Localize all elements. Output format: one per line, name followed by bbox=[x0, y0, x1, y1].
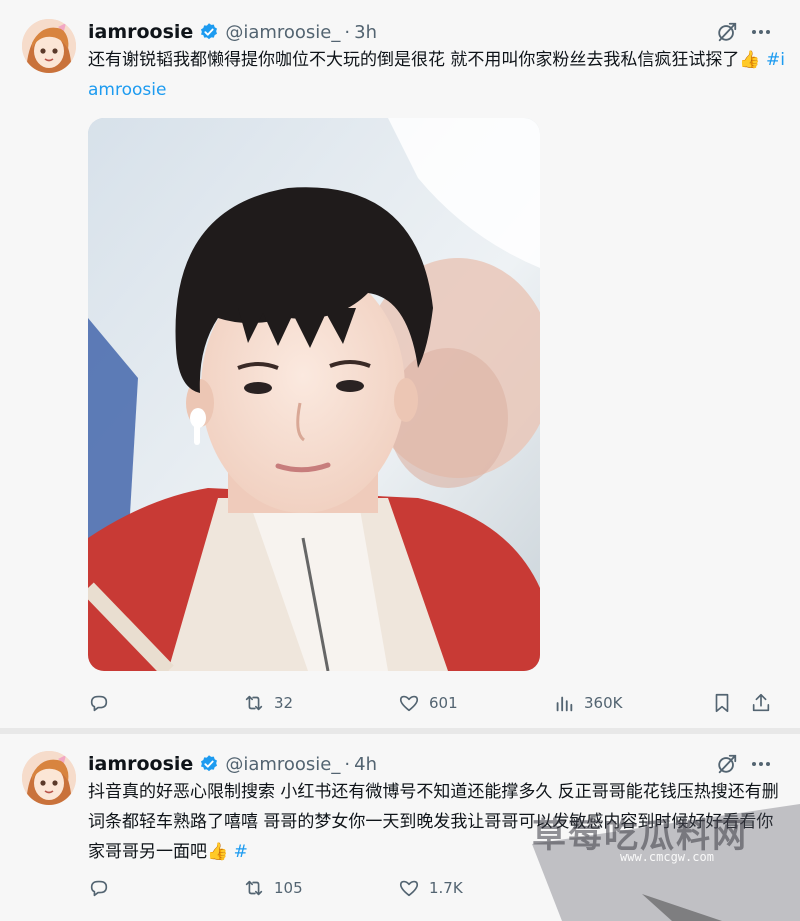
hashtag-link[interactable]: # bbox=[234, 842, 248, 862]
avatar[interactable] bbox=[22, 19, 76, 73]
retweet-button[interactable]: 32 bbox=[243, 692, 293, 714]
tweet-body: 还有谢锐韬我都懒得提你咖位不大玩的倒是很花 就不用叫你家粉丝去我私信疯狂试探了 bbox=[88, 50, 740, 70]
like-count: 601 bbox=[429, 694, 458, 712]
grok-icon[interactable] bbox=[716, 21, 738, 43]
verified-badge-icon bbox=[201, 23, 218, 40]
retweet-button[interactable]: 105 bbox=[243, 877, 303, 899]
separator-dot: · bbox=[344, 753, 351, 775]
avatar-image bbox=[22, 751, 76, 805]
display-name[interactable]: iamroosie bbox=[88, 21, 193, 43]
views-icon bbox=[556, 696, 573, 712]
selfie-photo bbox=[88, 118, 540, 671]
retweet-icon bbox=[245, 880, 263, 896]
timestamp[interactable]: 3h bbox=[354, 22, 377, 43]
reply-icon bbox=[90, 695, 108, 712]
tweet-card[interactable]: iamroosie @iamroosie_ · 3h 还有谢锐韬我都懒得提你咖位… bbox=[0, 0, 800, 728]
views-button[interactable]: 360K bbox=[553, 692, 622, 714]
watermark-url: www.cmcgw.com bbox=[620, 850, 714, 864]
avatar-image bbox=[22, 19, 76, 73]
tweet-header: iamroosie @iamroosie_ · 4h bbox=[88, 751, 377, 777]
timestamp[interactable]: 4h bbox=[354, 754, 377, 775]
reply-button[interactable] bbox=[88, 692, 119, 714]
avatar[interactable] bbox=[22, 751, 76, 805]
views-count: 360K bbox=[584, 694, 623, 712]
reply-icon bbox=[90, 880, 108, 897]
tweet-text: 还有谢锐韬我都懒得提你咖位不大玩的倒是很花 就不用叫你家粉丝去我私信疯狂试探了👍… bbox=[88, 45, 788, 105]
thumbs-up-emoji: 👍 bbox=[207, 842, 229, 862]
retweet-count: 105 bbox=[274, 879, 303, 897]
verified-badge-icon bbox=[201, 755, 218, 772]
retweet-icon bbox=[245, 695, 263, 711]
user-handle[interactable]: @iamroosie_ bbox=[225, 754, 340, 775]
tweet-header: iamroosie @iamroosie_ · 3h bbox=[88, 19, 377, 45]
like-button[interactable]: 601 bbox=[398, 692, 458, 714]
more-icon[interactable] bbox=[749, 20, 773, 44]
thumbs-up-emoji: 👍 bbox=[739, 50, 761, 70]
reply-button[interactable] bbox=[88, 877, 119, 899]
like-button[interactable]: 1.7K bbox=[398, 877, 463, 899]
retweet-count: 32 bbox=[274, 694, 294, 712]
grok-icon[interactable] bbox=[716, 753, 738, 775]
share-icon bbox=[752, 693, 770, 712]
user-handle[interactable]: @iamroosie_ bbox=[225, 22, 340, 43]
separator-dot: · bbox=[344, 21, 351, 43]
heart-icon bbox=[399, 695, 419, 712]
share-button[interactable] bbox=[750, 692, 772, 714]
heart-icon bbox=[399, 880, 419, 897]
bookmark-button[interactable] bbox=[711, 692, 733, 714]
tweet-media-image[interactable] bbox=[88, 118, 540, 671]
display-name[interactable]: iamroosie bbox=[88, 753, 193, 775]
more-icon[interactable] bbox=[749, 752, 773, 776]
like-count: 1.7K bbox=[429, 879, 463, 897]
bookmark-icon bbox=[715, 693, 729, 713]
